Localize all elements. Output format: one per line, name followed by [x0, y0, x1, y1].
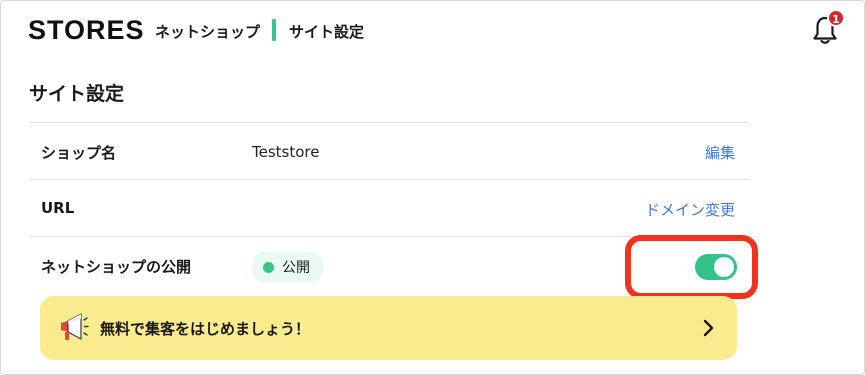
url-label: URL	[41, 199, 75, 217]
status-dot-icon	[263, 261, 274, 273]
notification-badge: 1	[827, 9, 845, 27]
stores-logo[interactable]: STORES	[28, 15, 145, 46]
shop-name-label: ショップ名	[41, 144, 117, 162]
publish-status-badge: 公開	[251, 251, 324, 283]
change-domain-link[interactable]: ドメイン変更	[645, 199, 735, 220]
publish-toggle[interactable]	[695, 254, 737, 280]
setting-row-url: URL ドメイン変更	[29, 179, 749, 236]
page-title: サイト設定	[29, 83, 125, 105]
chevron-right-icon	[703, 319, 714, 337]
breadcrumb-site-settings: サイト設定	[289, 23, 365, 41]
app-frame: STORES ネットショップ サイト設定 1 サイト設定 ショップ名 Tests…	[0, 0, 865, 375]
promo-banner-text: 無料で集客をはじめましょう！	[100, 320, 311, 338]
edit-shop-name-link[interactable]: 編集	[705, 142, 735, 163]
shop-name-value: Teststore	[252, 143, 320, 161]
publish-status-text: 公開	[282, 260, 310, 276]
megaphone-icon	[61, 313, 89, 340]
setting-row-publish: ネットショップの公開 公開	[29, 236, 749, 296]
promo-banner[interactable]: 無料で集客をはじめましょう！	[40, 296, 737, 360]
breadcrumb-separator	[272, 19, 276, 41]
toggle-knob	[714, 257, 734, 277]
breadcrumb-netshop[interactable]: ネットショップ	[155, 21, 260, 42]
publish-label: ネットショップの公開	[41, 258, 192, 276]
header: STORES ネットショップ サイト設定 1	[1, 1, 864, 61]
setting-row-shop-name: ショップ名 Teststore 編集	[29, 122, 749, 179]
